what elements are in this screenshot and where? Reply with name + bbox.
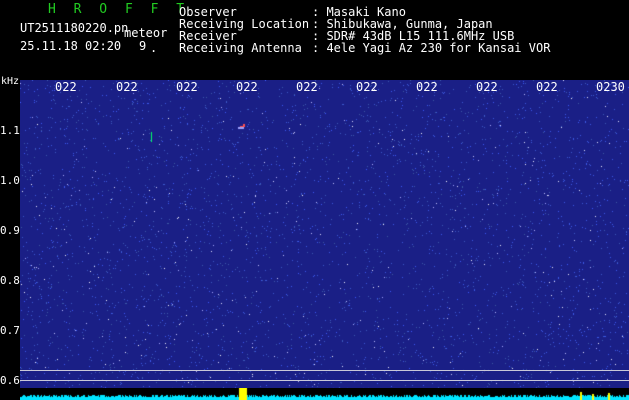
x-tick: 0230 — [596, 80, 625, 94]
meteor-count: 9 — [139, 39, 147, 53]
x-tick: 022 — [476, 80, 498, 94]
x-tick: 022 — [55, 80, 77, 94]
y-tick: 0.7 — [0, 324, 20, 337]
y-tick: 0.6 — [0, 374, 20, 387]
y-tick: 1.0 — [0, 174, 20, 187]
spectrogram-canvas — [20, 80, 629, 390]
meteor-label: meteor — [124, 26, 168, 40]
reference-line — [20, 380, 629, 381]
x-tick: 022 — [296, 80, 318, 94]
brand-title: H R O F F T — [48, 2, 190, 17]
reference-line — [20, 370, 629, 371]
spectrum-trace — [20, 388, 629, 400]
antenna-value: : 4ele Yagi Az 230 for Kansai VOR — [312, 41, 551, 55]
x-tick: 022 — [536, 80, 558, 94]
y-tick: 1.1 — [0, 124, 20, 137]
x-tick: 022 — [416, 80, 438, 94]
axis-unit: kHz — [1, 76, 20, 87]
x-tick: 022 — [236, 80, 258, 94]
hrofft-screen: H R O F F T UT2511180220.pn meteor 25.11… — [0, 0, 629, 400]
antenna-label: Receiving Antenna — [179, 41, 302, 55]
spectrogram — [20, 80, 629, 390]
file-name: UT2511180220.pn — [20, 21, 129, 35]
date-time: 25.11.18 02:20 — [20, 39, 122, 53]
x-tick: 022 — [116, 80, 138, 94]
y-tick: 0.8 — [0, 274, 20, 287]
x-tick: 022 — [356, 80, 378, 94]
x-tick: 022 — [176, 80, 198, 94]
y-tick: 0.9 — [0, 224, 20, 237]
dot-mark: . — [150, 41, 158, 55]
